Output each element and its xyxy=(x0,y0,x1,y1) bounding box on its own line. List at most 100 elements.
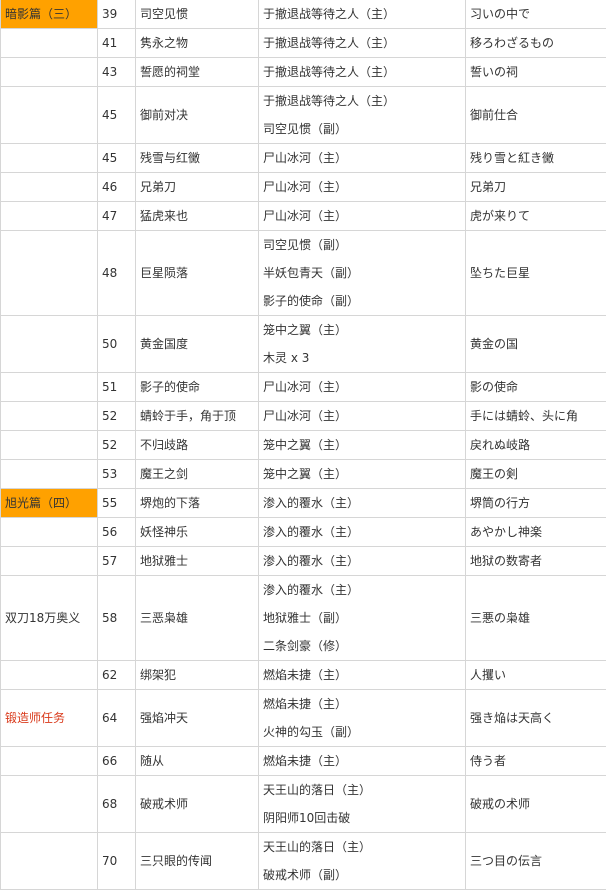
mission-number-cell: 66 xyxy=(98,747,136,776)
condition-cell: 尸山冰河（主） xyxy=(259,373,466,402)
japanese-title-cell: 黄金の国 xyxy=(466,316,606,373)
category-cell xyxy=(1,29,98,58)
table-row: 62绑架犯燃焰未捷（主）人攫い xyxy=(1,661,606,690)
mission-number-cell: 47 xyxy=(98,202,136,231)
condition-line: 天王山的落日（主） xyxy=(263,833,461,861)
japanese-title-cell: 虎が来りて xyxy=(466,202,606,231)
table-row: 56妖怪神乐渗入的覆水（主）あやかし神楽 xyxy=(1,518,606,547)
condition-line: 笼中之翼（主） xyxy=(263,431,461,459)
mission-number-cell: 50 xyxy=(98,316,136,373)
japanese-title-cell: 手には蜻蛉、头に角 xyxy=(466,402,606,431)
category-cell xyxy=(1,518,98,547)
condition-cell: 笼中之翼（主） xyxy=(259,460,466,489)
condition-cell: 天王山的落日（主）阴阳师10回击破 xyxy=(259,776,466,833)
table-row: 53魔王之剑笼中之翼（主）魔王の剣 xyxy=(1,460,606,489)
mission-title-cell: 妖怪神乐 xyxy=(136,518,259,547)
condition-cell: 于撤退战等待之人（主） xyxy=(259,29,466,58)
condition-line: 尸山冰河（主） xyxy=(263,144,461,172)
mission-title-cell: 三只眼的传闻 xyxy=(136,833,259,890)
japanese-title-cell: 移ろわざるもの xyxy=(466,29,606,58)
category-cell xyxy=(1,460,98,489)
condition-cell: 于撤退战等待之人（主） xyxy=(259,0,466,29)
mission-title-cell: 兄弟刀 xyxy=(136,173,259,202)
condition-line: 木灵 x 3 xyxy=(263,344,461,372)
japanese-title-cell: 戻れぬ岐路 xyxy=(466,431,606,460)
category-cell xyxy=(1,431,98,460)
category-cell xyxy=(1,547,98,576)
japanese-title-cell: 三つ目の伝言 xyxy=(466,833,606,890)
condition-cell: 笼中之翼（主） xyxy=(259,431,466,460)
table-row: 旭光篇（四）55堺炮的下落渗入的覆水（主）堺筒の行方 xyxy=(1,489,606,518)
category-cell xyxy=(1,87,98,144)
condition-line: 半妖包青天（副） xyxy=(263,259,461,287)
condition-line: 笼中之翼（主） xyxy=(263,460,461,488)
condition-cell: 尸山冰河（主） xyxy=(259,144,466,173)
mission-title-cell: 强焰冲天 xyxy=(136,690,259,747)
table-row: 46兄弟刀尸山冰河（主）兄弟刀 xyxy=(1,173,606,202)
condition-cell: 渗入的覆水（主） xyxy=(259,489,466,518)
table-row: 51影子的使命尸山冰河（主）影の使命 xyxy=(1,373,606,402)
mission-title-cell: 不归歧路 xyxy=(136,431,259,460)
condition-line: 二条剑豪（修） xyxy=(263,632,461,660)
mission-number-cell: 51 xyxy=(98,373,136,402)
mission-number-cell: 68 xyxy=(98,776,136,833)
condition-line: 燃焰未捷（主） xyxy=(263,747,461,775)
mission-number-cell: 58 xyxy=(98,576,136,661)
mission-number-cell: 52 xyxy=(98,402,136,431)
japanese-title-cell: 魔王の剣 xyxy=(466,460,606,489)
mission-number-cell: 70 xyxy=(98,833,136,890)
category-cell xyxy=(1,173,98,202)
condition-line: 天王山的落日（主） xyxy=(263,776,461,804)
condition-line: 于撤退战等待之人（主） xyxy=(263,87,461,115)
japanese-title-cell: 兄弟刀 xyxy=(466,173,606,202)
japanese-title-cell: 习いの中で xyxy=(466,0,606,29)
category-cell xyxy=(1,402,98,431)
mission-number-cell: 64 xyxy=(98,690,136,747)
condition-line: 于撤退战等待之人（主） xyxy=(263,0,461,28)
condition-cell: 天王山的落日（主）破戒术师（副） xyxy=(259,833,466,890)
condition-cell: 尸山冰河（主） xyxy=(259,173,466,202)
japanese-title-cell: あやかし神楽 xyxy=(466,518,606,547)
mission-number-cell: 39 xyxy=(98,0,136,29)
table-row: 锻造师任务64强焰冲天燃焰未捷（主）火神的勾玉（副）强き焔は天高く xyxy=(1,690,606,747)
table-row: 41隽永之物于撤退战等待之人（主）移ろわざるもの xyxy=(1,29,606,58)
mission-title-cell: 随从 xyxy=(136,747,259,776)
mission-title-cell: 蜻蛉于手，角于顶 xyxy=(136,402,259,431)
mission-number-cell: 53 xyxy=(98,460,136,489)
condition-line: 地狱雅士（副） xyxy=(263,604,461,632)
category-cell xyxy=(1,316,98,373)
condition-line: 司空见惯（副） xyxy=(263,115,461,143)
mission-number-cell: 56 xyxy=(98,518,136,547)
mission-title-cell: 堺炮的下落 xyxy=(136,489,259,518)
category-cell: 锻造师任务 xyxy=(1,690,98,747)
table-row: 45残雪与红黴尸山冰河（主）残り雪と紅き黴 xyxy=(1,144,606,173)
table-row: 66随从燃焰未捷（主）侍う者 xyxy=(1,747,606,776)
condition-line: 火神的勾玉（副） xyxy=(263,718,461,746)
mission-title-cell: 御前对决 xyxy=(136,87,259,144)
mission-title-cell: 绑架犯 xyxy=(136,661,259,690)
condition-cell: 燃焰未捷（主） xyxy=(259,747,466,776)
japanese-title-cell: 人攫い xyxy=(466,661,606,690)
condition-cell: 笼中之翼（主）木灵 x 3 xyxy=(259,316,466,373)
japanese-title-cell: 残り雪と紅き黴 xyxy=(466,144,606,173)
table-row: 68破戒术师天王山的落日（主）阴阳师10回击破破戒の术师 xyxy=(1,776,606,833)
condition-cell: 渗入的覆水（主）地狱雅士（副）二条剑豪（修） xyxy=(259,576,466,661)
mission-title-cell: 黄金国度 xyxy=(136,316,259,373)
japanese-title-cell: 堺筒の行方 xyxy=(466,489,606,518)
table-row: 暗影篇（三）39司空见惯于撤退战等待之人（主）习いの中で xyxy=(1,0,606,29)
condition-line: 渗入的覆水（主） xyxy=(263,489,461,517)
mission-number-cell: 55 xyxy=(98,489,136,518)
mission-number-cell: 41 xyxy=(98,29,136,58)
japanese-title-cell: 三悪の枭雄 xyxy=(466,576,606,661)
japanese-title-cell: 坠ちた巨星 xyxy=(466,231,606,316)
mission-table: 暗影篇（三）39司空见惯于撤退战等待之人（主）习いの中で41隽永之物于撤退战等待… xyxy=(0,0,606,890)
mission-number-cell: 43 xyxy=(98,58,136,87)
japanese-title-cell: 强き焔は天高く xyxy=(466,690,606,747)
table-row: 双刀18万奥义58三恶枭雄渗入的覆水（主）地狱雅士（副）二条剑豪（修）三悪の枭雄 xyxy=(1,576,606,661)
mission-title-cell: 地狱雅士 xyxy=(136,547,259,576)
mission-table-body: 暗影篇（三）39司空见惯于撤退战等待之人（主）习いの中で41隽永之物于撤退战等待… xyxy=(1,0,606,890)
condition-cell: 渗入的覆水（主） xyxy=(259,547,466,576)
table-row: 43誓愿的祠堂于撤退战等待之人（主）誓いの祠 xyxy=(1,58,606,87)
table-row: 52蜻蛉于手，角于顶尸山冰河（主）手には蜻蛉、头に角 xyxy=(1,402,606,431)
mission-number-cell: 52 xyxy=(98,431,136,460)
